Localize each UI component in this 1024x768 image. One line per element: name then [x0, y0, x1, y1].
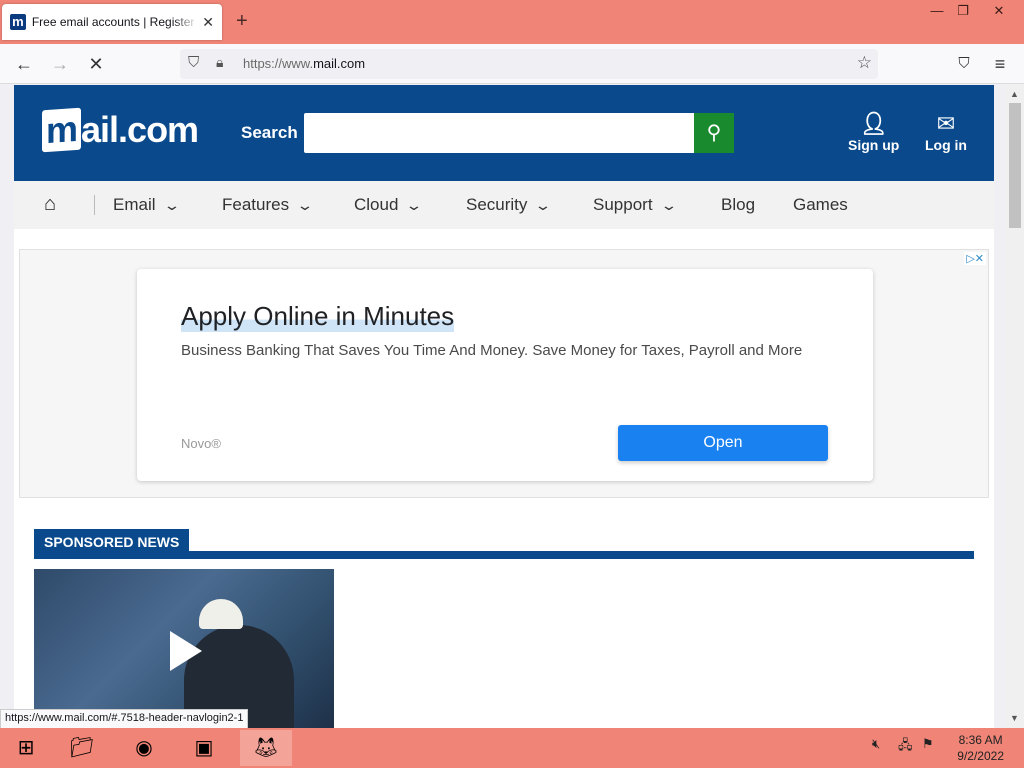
news-video-thumbnail[interactable]	[34, 569, 334, 728]
ad-description: Business Banking That Saves You Time And…	[181, 342, 803, 359]
file-explorer-icon[interactable]: 📁︎	[56, 730, 108, 766]
scroll-down-icon[interactable]: ▼	[1010, 713, 1019, 723]
scrollbar-thumb[interactable]	[1009, 103, 1021, 228]
thumbnail-helmet	[199, 599, 243, 629]
search-button[interactable]: ⚲	[694, 113, 734, 153]
tracking-shield-icon[interactable]: ⛉	[188, 54, 199, 71]
mailcom-logo[interactable]: m ail.com	[42, 107, 199, 153]
nav-item-blog[interactable]: Blog	[721, 195, 755, 215]
sign-up-label: Sign up	[848, 137, 900, 153]
chevron-down-icon: ⌄	[296, 197, 314, 213]
bookmark-star-icon[interactable]: ☆	[857, 53, 872, 73]
lock-icon[interactable]: 🔒︎	[216, 54, 223, 71]
nav-item-support[interactable]: Support ⌄	[593, 195, 677, 215]
clock-time: 8:36 AM	[958, 733, 1003, 747]
chevron-down-icon: ⌄	[659, 197, 678, 213]
nav-item-games[interactable]: Games	[793, 195, 848, 215]
main-nav: ⌂ Email ⌄ Features ⌄ Cloud ⌄ Security ⌄ Supp…	[14, 181, 994, 229]
advertisement: ▷✕ Apply Online in Minutes Business Bank…	[19, 249, 989, 498]
pocket-icon[interactable]: ⛉	[952, 52, 976, 76]
ad-open-button[interactable]: Open	[618, 425, 828, 461]
search-label: Search	[241, 123, 298, 142]
vertical-scrollbar[interactable]: ▲ ▼	[1006, 85, 1024, 728]
home-icon[interactable]: ⌂	[44, 193, 56, 216]
search-input[interactable]	[304, 113, 694, 153]
sponsored-news-heading: SPONSORED NEWS	[34, 529, 190, 555]
menu-icon[interactable]: ≡	[988, 52, 1012, 76]
new-tab-button[interactable]: +	[236, 10, 248, 33]
close-tab-icon[interactable]: ✕	[202, 14, 214, 31]
envelope-icon: ✉	[936, 111, 956, 136]
web-page: m ail.com Search ⚲ 👤︎ Sign up ✉ Log in ⌂ …	[14, 85, 994, 728]
site-header: m ail.com Search ⚲ 👤︎ Sign up ✉ Log in	[14, 85, 994, 181]
play-icon[interactable]	[170, 631, 202, 671]
taskbar: ⊞ 📁︎ ◉ ▣ 🦊︎ 🔇︎ 🖧 ⚑ 8:36 AM 9/2/2022	[0, 728, 1024, 768]
ad-card[interactable]: Apply Online in Minutes Business Banking…	[137, 269, 873, 481]
browser-tabbar: m Free email accounts | Register to ✕ + …	[0, 0, 1024, 44]
network-icon[interactable]: 🖧	[898, 736, 913, 758]
notification-icon[interactable]: ⚑	[922, 736, 934, 752]
log-in-label: Log in	[925, 137, 967, 153]
scroll-up-icon[interactable]: ▲	[1010, 89, 1019, 99]
log-in-button[interactable]: ✉ Log in	[925, 111, 967, 153]
nav-item-security[interactable]: Security ⌄	[466, 195, 553, 215]
firefox-icon[interactable]: 🦊︎	[240, 730, 292, 766]
nav-item-features[interactable]: Features ⌄	[222, 195, 314, 215]
url-text[interactable]: https://www.mail.com	[243, 56, 365, 71]
search-icon: ⚲	[706, 122, 722, 144]
status-url: https://www.mail.com/#.7518-header-navlo…	[0, 709, 249, 729]
forward-arrow-icon[interactable]: →	[48, 52, 72, 76]
windows-start-icon[interactable]: ⊞	[0, 730, 52, 766]
volume-muted-icon[interactable]: 🔇︎	[872, 736, 880, 752]
nav-divider	[94, 195, 95, 215]
chevron-down-icon: ⌄	[534, 197, 553, 213]
ad-title[interactable]: Apply Online in Minutes	[181, 301, 455, 332]
restore-icon[interactable]: ❐	[948, 0, 978, 22]
system-clock[interactable]: 8:36 AM 9/2/2022	[957, 732, 1004, 764]
chrome-icon[interactable]: ◉	[118, 730, 170, 766]
chevron-down-icon: ⌄	[162, 197, 181, 213]
tab-title: Free email accounts | Register to	[31, 15, 199, 29]
browser-navbar: ← → ✕ ⛉ 🔒︎ https://www.mail.com ☆ ⛉ ≡	[0, 44, 1024, 84]
chevron-down-icon: ⌄	[405, 197, 424, 213]
adchoices-icon[interactable]: ▷✕	[964, 252, 986, 265]
clock-date: 9/2/2022	[957, 749, 1004, 763]
nav-item-cloud[interactable]: Cloud ⌄	[354, 195, 424, 215]
user-icon: 👤︎	[859, 111, 888, 136]
sign-up-button[interactable]: 👤︎ Sign up	[848, 111, 899, 153]
back-arrow-icon[interactable]: ←	[12, 52, 36, 76]
address-bar[interactable]: ⛉ 🔒︎ https://www.mail.com ☆	[180, 49, 878, 79]
ad-brand: Novo®	[181, 436, 221, 451]
browser-tab[interactable]: m Free email accounts | Register to ✕	[2, 4, 222, 40]
nav-item-email[interactable]: Email ⌄	[113, 195, 180, 215]
stop-loading-icon[interactable]: ✕	[84, 52, 108, 76]
control-panel-icon[interactable]: ▣	[178, 730, 230, 766]
close-window-icon[interactable]: ✕	[982, 0, 1016, 22]
mail-favicon-icon: m	[10, 14, 26, 30]
